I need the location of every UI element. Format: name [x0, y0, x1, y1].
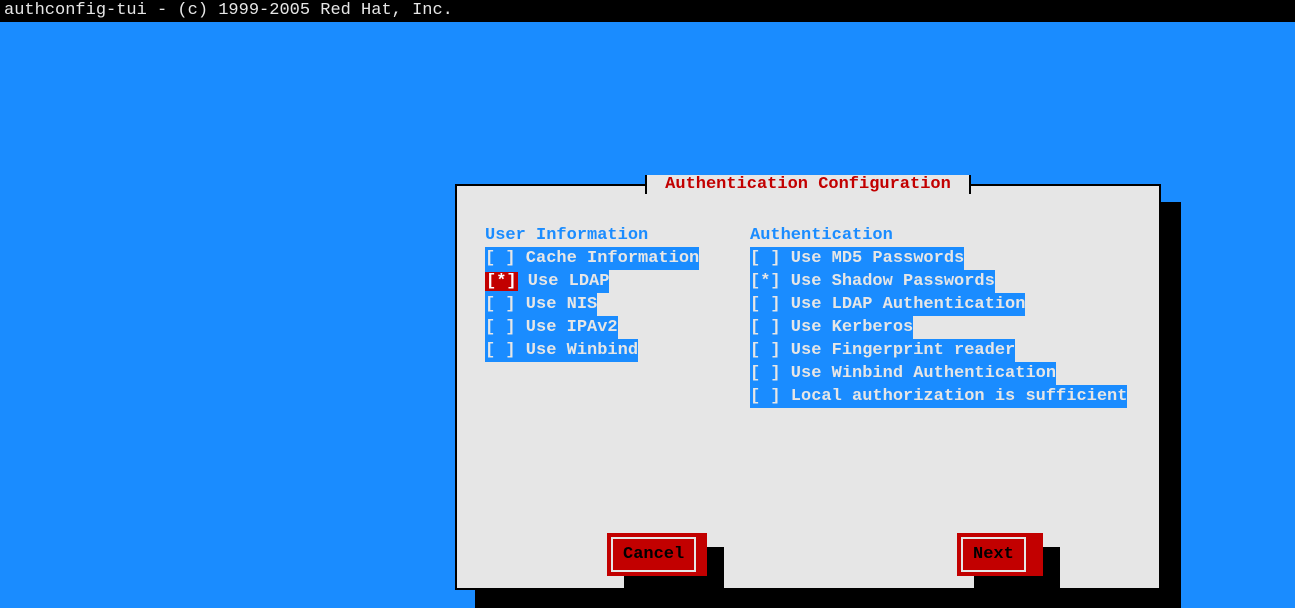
checkbox-userinfo-use-nis[interactable]: [ ] Use NIS	[485, 293, 597, 316]
title-bar: authconfig-tui - (c) 1999-2005 Red Hat, …	[0, 0, 1295, 22]
next-button[interactable]: Next	[957, 533, 1043, 576]
checkbox-auth-use-md5-passwords[interactable]: [ ] Use MD5 Passwords	[750, 247, 964, 270]
terminal-screen: authconfig-tui - (c) 1999-2005 Red Hat, …	[0, 0, 1295, 608]
dialog-title: Authentication Configuration	[645, 175, 971, 194]
checkbox-userinfo-use-winbind[interactable]: [ ] Use Winbind	[485, 339, 638, 362]
checkbox-auth-use-ldap-authentication[interactable]: [ ] Use LDAP Authentication	[750, 293, 1025, 316]
checkbox-userinfo-cache-information[interactable]: [ ] Cache Information	[485, 247, 699, 270]
auth-config-dialog: Authentication Configuration User Inform…	[455, 184, 1161, 590]
cancel-button[interactable]: Cancel	[607, 533, 707, 576]
user-information-column: User Information [ ] Cache Information[*…	[485, 226, 750, 408]
authentication-column: Authentication [ ] Use MD5 Passwords[*] …	[750, 226, 1131, 408]
checkbox-auth-use-fingerprint-reader[interactable]: [ ] Use Fingerprint reader	[750, 339, 1015, 362]
user-information-header: User Information	[485, 226, 750, 245]
checkbox-auth-use-winbind-authentication[interactable]: [ ] Use Winbind Authentication	[750, 362, 1056, 385]
authentication-header: Authentication	[750, 226, 1131, 245]
checkbox-userinfo-use-ipav2[interactable]: [ ] Use IPAv2	[485, 316, 618, 339]
checkbox-auth-use-shadow-passwords[interactable]: [*] Use Shadow Passwords	[750, 270, 995, 293]
checkbox-userinfo-use-ldap[interactable]: [*] Use LDAP	[485, 270, 609, 293]
checkbox-auth-local-authorization-is-sufficient[interactable]: [ ] Local authorization is sufficient	[750, 385, 1127, 408]
checkbox-auth-use-kerberos[interactable]: [ ] Use Kerberos	[750, 316, 913, 339]
